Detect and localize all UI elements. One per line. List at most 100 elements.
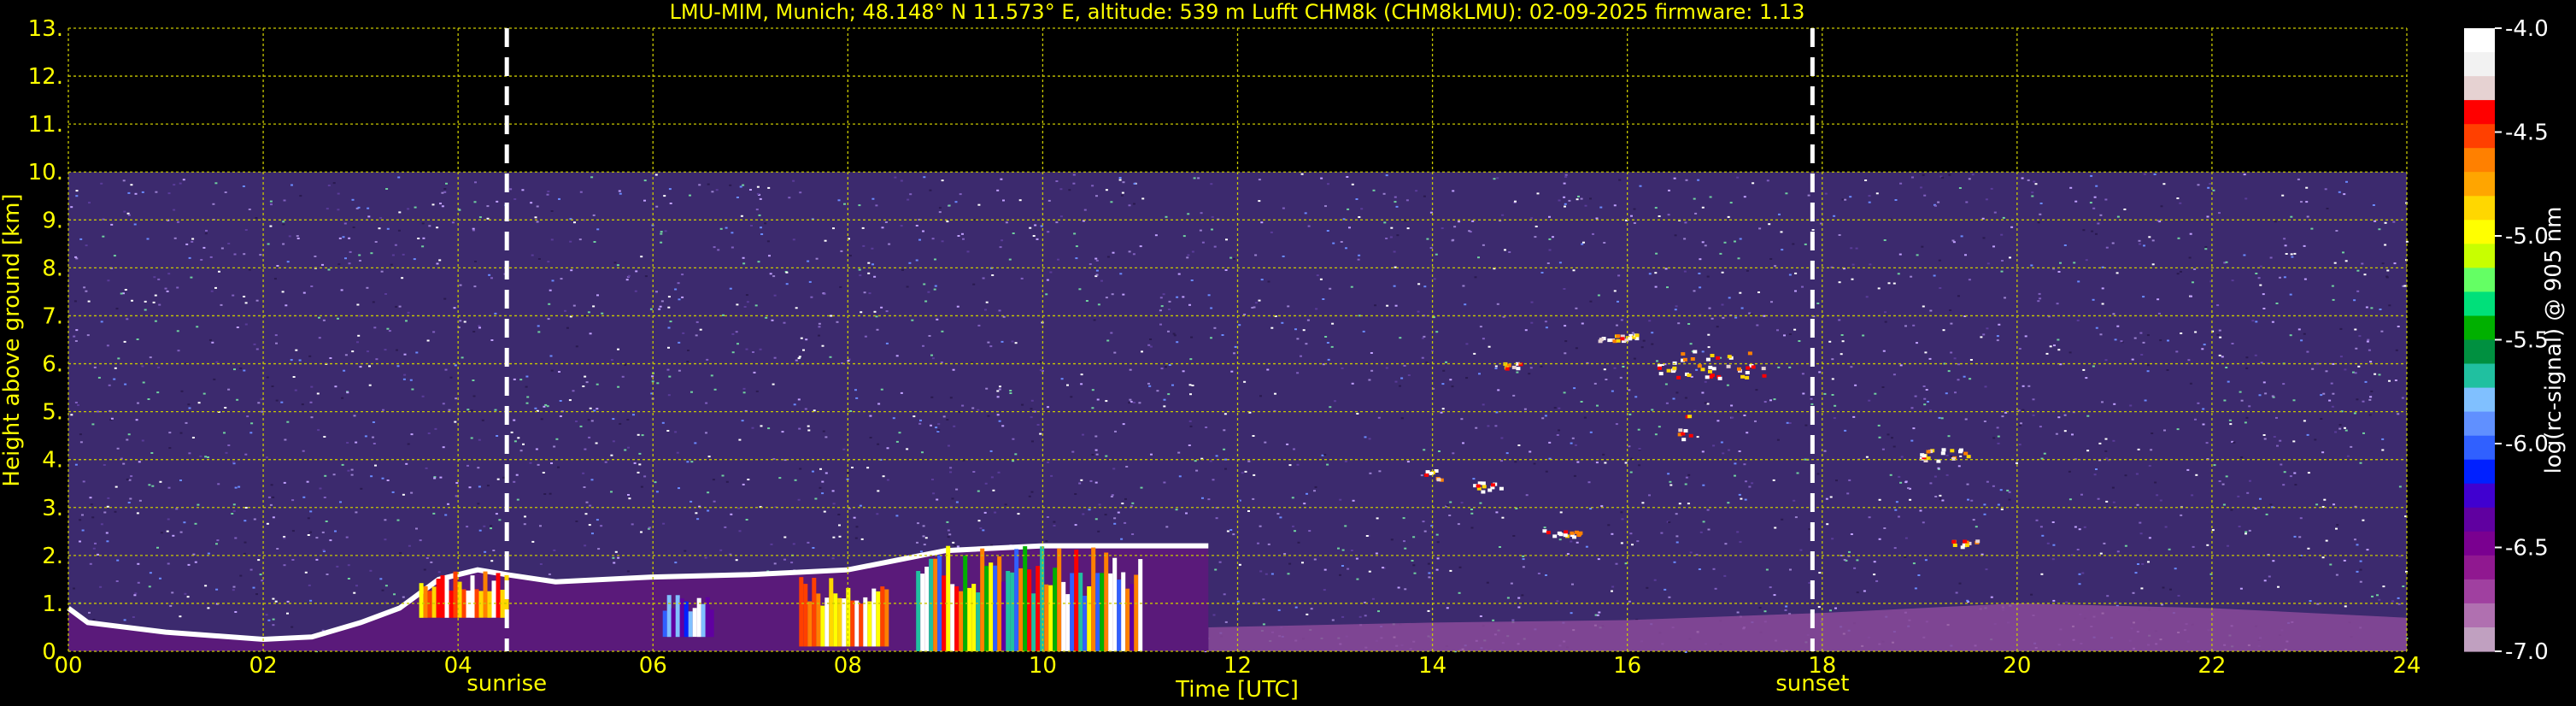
noise-point (2271, 321, 2274, 323)
noise-point (1072, 182, 1076, 185)
noise-point (1783, 334, 1786, 337)
noise-point (454, 421, 457, 423)
noise-point (1895, 501, 1898, 503)
noise-point (618, 190, 621, 192)
noise-point (558, 371, 560, 373)
noise-point (2381, 449, 2385, 451)
noise-point (2259, 265, 2262, 268)
noise-point (286, 612, 289, 615)
noise-point (638, 463, 642, 466)
noise-point (1683, 238, 1687, 240)
noise-point (1615, 423, 1618, 426)
noise-point (441, 191, 444, 194)
noise-point (2262, 308, 2266, 309)
noise-point (453, 307, 456, 309)
noise-point (1585, 545, 1588, 548)
noise-point (1500, 437, 1504, 439)
cloud-streak (1057, 548, 1062, 651)
noise-point (2356, 544, 2359, 546)
noise-point (2063, 430, 2067, 432)
noise-point (2343, 559, 2346, 562)
noise-point (1331, 322, 1335, 325)
cloud-streak (820, 605, 825, 647)
noise-point (906, 285, 909, 288)
noise-point (1046, 516, 1049, 518)
noise-point (829, 356, 832, 358)
noise-point (557, 466, 560, 468)
noise-point (79, 540, 81, 543)
noise-point (2105, 500, 2109, 503)
noise-point (546, 193, 549, 196)
noise-point (1854, 384, 1857, 386)
x-tick-label: 22 (2198, 653, 2226, 679)
noise-point (87, 300, 91, 303)
noise-point (1651, 343, 1654, 345)
cloud-streak (419, 583, 424, 618)
noise-point (1323, 454, 1327, 456)
noise-point (185, 243, 189, 245)
noise-point (799, 468, 802, 470)
noise-point (1552, 236, 1554, 238)
noise-point (1110, 332, 1113, 334)
x-tick-label: 18 (1808, 653, 1836, 679)
noise-point (1407, 374, 1411, 376)
noise-point (1053, 521, 1056, 523)
noise-point (1383, 221, 1387, 224)
noise-point (433, 477, 437, 479)
noise-point (1426, 238, 1429, 240)
noise-point (1095, 453, 1099, 456)
noise-point (344, 354, 348, 356)
noise-point (1620, 319, 1623, 321)
noise-point (1534, 236, 1537, 238)
noise-point (783, 558, 786, 561)
noise-point (815, 257, 819, 260)
noise-point (1300, 355, 1302, 357)
noise-point (2402, 585, 2405, 587)
noise-point (2245, 416, 2249, 419)
aerosol-point (1634, 333, 1640, 338)
noise-point (1980, 336, 1983, 338)
noise-point (2367, 338, 2370, 341)
noise-point (1738, 493, 1741, 496)
noise-point (144, 300, 147, 303)
noise-point (901, 268, 904, 271)
noise-point (1106, 256, 1110, 258)
noise-point (1685, 476, 1688, 479)
noise-point (1817, 606, 1821, 609)
noise-point (1894, 199, 1898, 201)
noise-point (998, 309, 1001, 312)
noise-point (1684, 397, 1687, 399)
noise-point (998, 388, 1001, 391)
noise-point (1883, 527, 1887, 529)
noise-point (1433, 278, 1436, 280)
noise-point (1668, 596, 1671, 598)
noise-point (1900, 456, 1904, 458)
noise-point (804, 408, 807, 410)
noise-point (1840, 334, 1844, 336)
noise-point (1939, 494, 1942, 497)
noise-point (1397, 586, 1400, 589)
noise-point (1124, 521, 1127, 524)
noise-point (713, 500, 716, 503)
noise-point (596, 228, 600, 231)
noise-point (1769, 586, 1772, 589)
noise-point (2344, 429, 2348, 432)
noise-point (1148, 385, 1152, 387)
noise-point (1957, 465, 1961, 468)
noise-point (2192, 545, 2195, 548)
noise-point (1912, 324, 1916, 327)
noise-point (1919, 509, 1922, 512)
noise-point (1969, 378, 1972, 380)
noise-point (2243, 174, 2246, 176)
noise-point (2336, 524, 2339, 527)
noise-point (1878, 538, 1881, 540)
noise-point (100, 321, 103, 323)
noise-point (290, 359, 293, 362)
noise-point (283, 537, 286, 539)
noise-point (257, 559, 261, 562)
cloud-streak (1134, 574, 1139, 651)
noise-point (2306, 433, 2309, 436)
noise-point (1047, 462, 1050, 463)
noise-point (1763, 610, 1767, 613)
noise-point (2037, 300, 2040, 303)
